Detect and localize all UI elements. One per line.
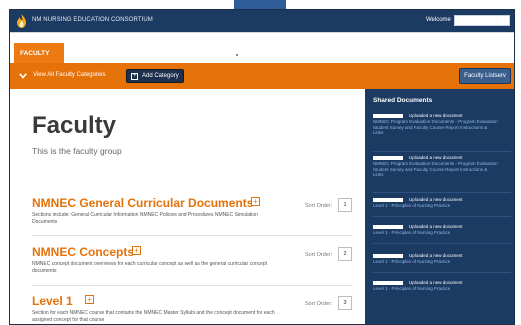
add-category-label: Add Category [142, 73, 179, 79]
welcome-label: Welcome [426, 17, 451, 23]
activity-action: Uploaded a new document [409, 280, 463, 285]
document-link[interactable]: Level 1 - Principles of Nursing Practice [373, 230, 498, 236]
add-category-button[interactable]: + Add Category [126, 69, 184, 83]
brand-name: NM NURSING EDUCATION CONSORTIUM [32, 17, 153, 23]
sort-order-label: Sort Order: [305, 203, 333, 209]
sort-order-input[interactable]: 1 [338, 198, 352, 212]
divider [32, 285, 352, 286]
chevron-down-icon[interactable] [19, 73, 27, 79]
sort-order-input[interactable]: 3 [338, 296, 352, 310]
app-window: NM NURSING EDUCATION CONSORTIUM Welcome … [9, 9, 515, 325]
category-toolbar: View All Faculty Categories + Add Catego… [10, 63, 514, 89]
tab-faculty[interactable]: FACULTY [14, 43, 64, 64]
sort-order-input[interactable]: 2 [338, 247, 352, 261]
sort-order-label: Sort Order: [305, 252, 333, 258]
divider [373, 192, 511, 193]
activity-action: Uploaded a new document [409, 113, 463, 118]
divider [373, 151, 511, 152]
redacted-username [373, 156, 403, 160]
divider [32, 235, 352, 236]
expand-plus-icon[interactable]: + [132, 246, 141, 255]
activity-action: Uploaded a new document [409, 224, 463, 229]
redacted-username [373, 114, 403, 118]
document-link[interactable]: NMNEC Program Evaluation Documents - Pro… [373, 161, 498, 178]
activity-action: Uploaded a new document [409, 253, 463, 258]
decorative-dot [236, 54, 238, 56]
category-title[interactable]: NMNEC General Curricular Documents [32, 196, 253, 210]
main-content: Faculty This is the faculty group NMNEC … [10, 89, 359, 324]
redacted-username [373, 254, 403, 258]
expand-plus-icon[interactable]: + [251, 197, 260, 206]
category-description: Sections include: General Curricular Inf… [32, 212, 258, 225]
sort-order-label: Sort Order: [305, 301, 333, 307]
divider [373, 216, 511, 217]
user-menu-field[interactable] [454, 15, 510, 26]
redacted-username [373, 281, 403, 285]
document-link[interactable]: Level 1 - Principles of Nursing Practice [373, 203, 498, 209]
expand-plus-icon[interactable]: + [85, 295, 94, 304]
category-description: NMNEC concept document overviews for eac… [32, 261, 268, 274]
activity-action: Uploaded a new document [409, 197, 463, 202]
activity-action: Uploaded a new document [409, 155, 463, 160]
document-link[interactable]: Level 1 - Principles of Nursing Practice [373, 259, 498, 265]
page-subtitle: This is the faculty group [32, 146, 122, 156]
redacted-username [373, 225, 403, 229]
flame-logo-icon [17, 14, 26, 28]
shared-documents-title: Shared Documents [373, 97, 433, 104]
category-title[interactable]: NMNEC Concepts [32, 245, 134, 259]
caret-down-icon[interactable] [514, 18, 515, 21]
document-link[interactable]: NMNEC Program Evaluation Documents - Pro… [373, 119, 498, 136]
top-nav-bar: NM NURSING EDUCATION CONSORTIUM Welcome [10, 10, 515, 32]
category-title[interactable]: Level 1 [32, 294, 73, 308]
divider [373, 243, 511, 244]
shared-documents-panel: Shared Documents Uploaded a new document… [365, 89, 514, 324]
view-all-categories-link[interactable]: View All Faculty Categories [33, 72, 106, 78]
divider [373, 272, 511, 273]
page-title: Faculty [32, 112, 117, 139]
document-link[interactable]: Level 1 - Principles of Nursing Practice [373, 286, 498, 292]
category-description: Section for each NMNEC course that conta… [32, 310, 275, 323]
faculty-listserv-button[interactable]: Faculty Listserv [459, 68, 511, 84]
tab-strip: FACULTY [10, 32, 514, 64]
plus-icon: + [131, 73, 138, 80]
redacted-username [373, 198, 403, 202]
